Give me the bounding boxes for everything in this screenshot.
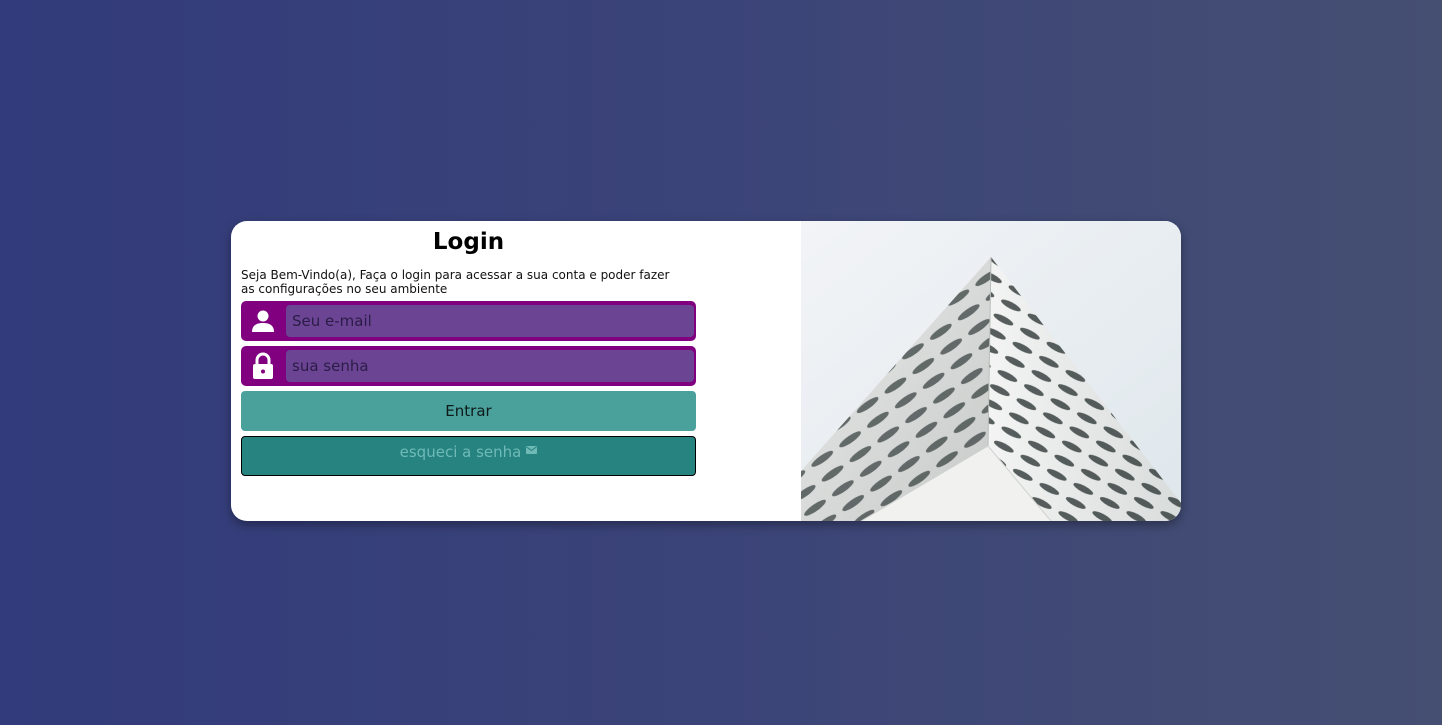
login-form: Login Seja Bem-Vindo(a), Faça o login pa… — [241, 221, 696, 521]
user-icon — [252, 310, 274, 332]
forgot-password-label: esqueci a senha — [399, 443, 522, 461]
email-input[interactable] — [286, 305, 694, 337]
login-card: Login Seja Bem-Vindo(a), Faça o login pa… — [231, 221, 1181, 521]
password-field-group — [241, 346, 696, 386]
email-field-group — [241, 301, 696, 341]
lock-icon — [253, 352, 273, 379]
password-input[interactable] — [286, 350, 694, 382]
forgot-password-button[interactable]: esqueci a senha — [241, 436, 696, 476]
enter-button[interactable]: Entrar — [241, 391, 696, 431]
page-title: Login — [432, 229, 505, 255]
mail-icon — [526, 446, 538, 454]
welcome-text: Seja Bem-Vindo(a), Faça o login para ace… — [241, 268, 670, 296]
building-illustration — [801, 221, 1181, 521]
building-image — [801, 221, 1181, 521]
